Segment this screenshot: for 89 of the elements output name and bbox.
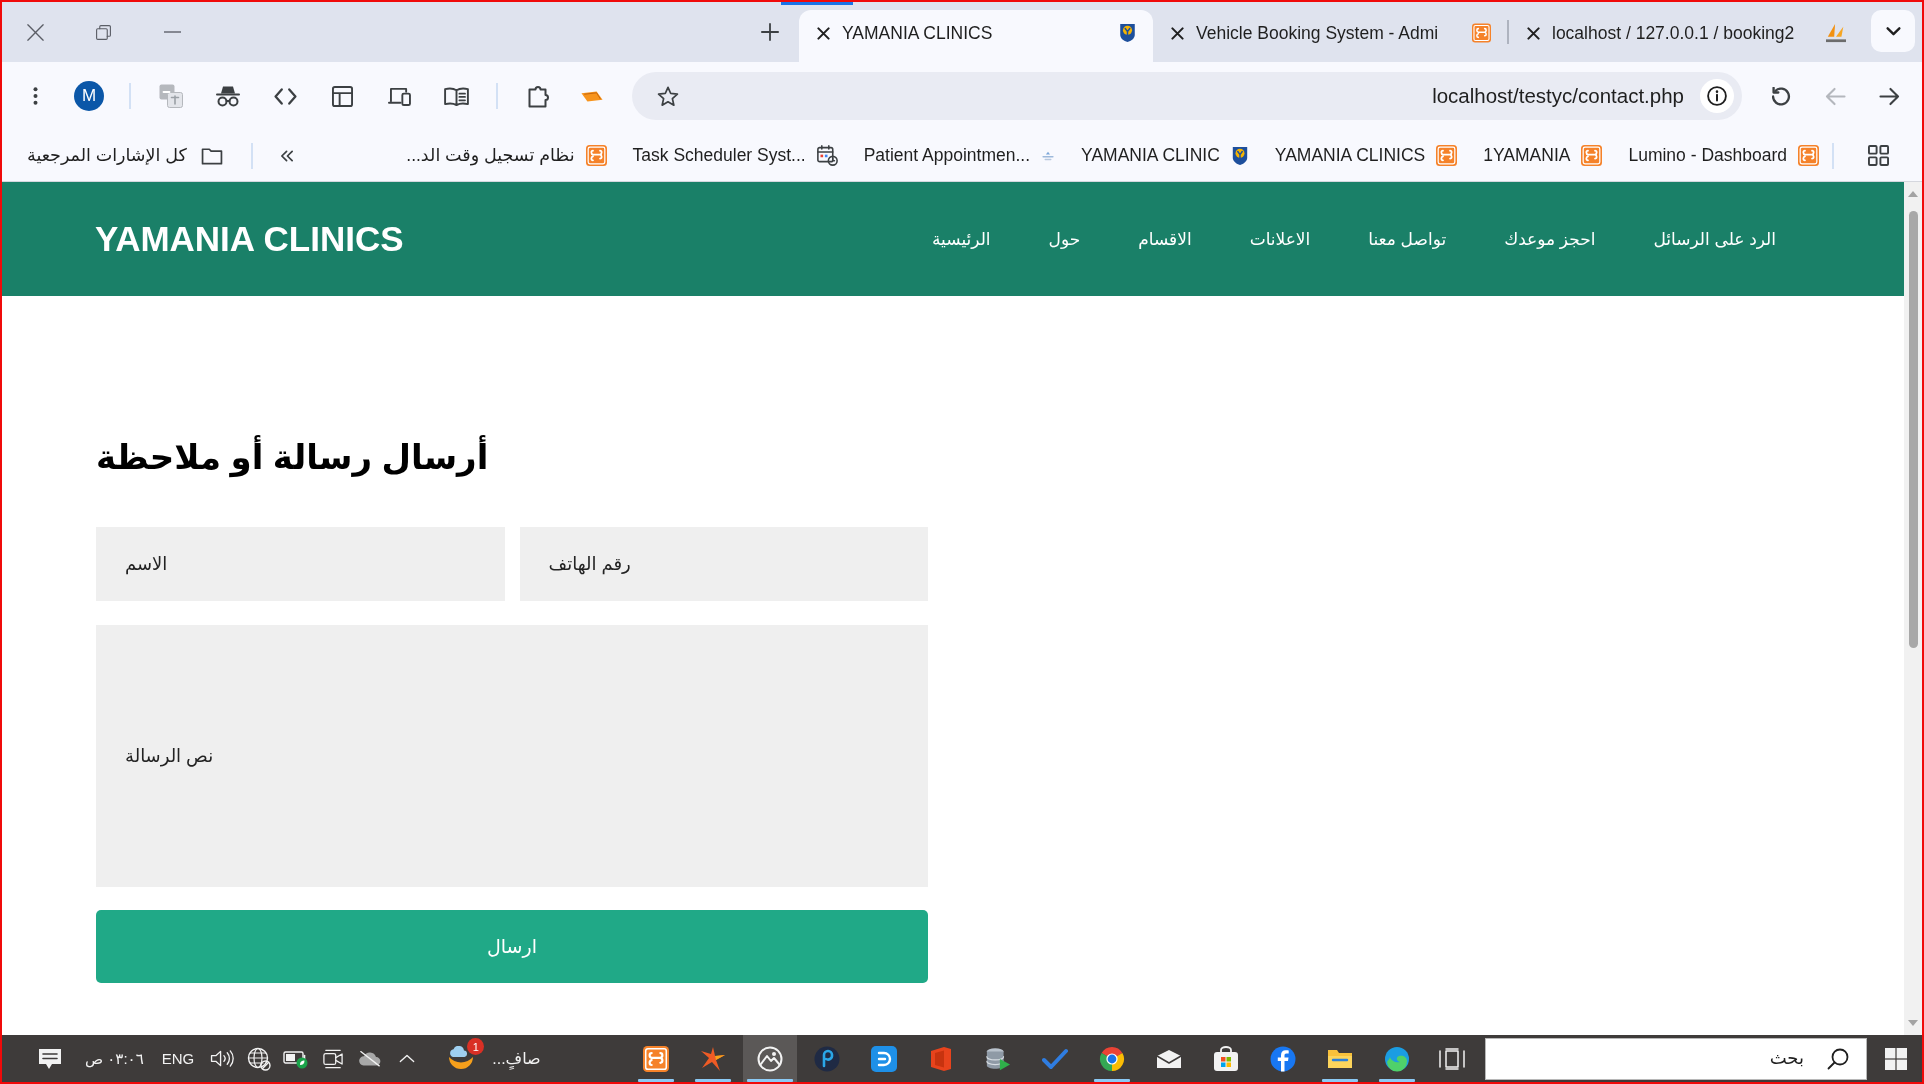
tile-logo-icon — [1798, 145, 1819, 166]
nav-link[interactable]: احجز موعدك — [1504, 228, 1596, 250]
message-field[interactable]: نص الرسالة — [96, 625, 928, 887]
hat-glasses-icon[interactable] — [216, 85, 240, 107]
browser-tab[interactable]: localhost / 127.0.0.1 / booking2 — [1509, 10, 1863, 62]
restore-icon[interactable] — [95, 24, 111, 40]
chevron-down-icon — [1885, 26, 1901, 36]
shield-logo-icon — [1230, 145, 1249, 166]
globe-icon[interactable] — [247, 1046, 272, 1071]
code-icon[interactable] — [273, 87, 297, 105]
nav-link[interactable]: تواصل معنا — [1368, 228, 1447, 250]
close-icon[interactable] — [1171, 26, 1184, 40]
new-tab-icon[interactable] — [761, 23, 779, 41]
bookmark-item[interactable]: 1YAMANIA — [1480, 145, 1606, 166]
star-icon[interactable] — [657, 85, 679, 107]
address-bar[interactable]: localhost/testyc/contact.php — [632, 72, 1742, 120]
calendar-icon — [816, 145, 838, 166]
bookmark-item[interactable]: Patient Appointmen... — [860, 145, 1059, 166]
notification-badge: 1 — [467, 1038, 485, 1055]
taskbar-app-button[interactable] — [742, 1035, 797, 1082]
social-logo-icon — [1269, 1045, 1296, 1072]
site-logo[interactable]: YAMANIA CLINICS — [95, 219, 404, 259]
profile-avatar[interactable]: M — [74, 81, 104, 111]
close-icon[interactable] — [1527, 26, 1540, 40]
apps-grid-icon[interactable] — [1867, 145, 1889, 166]
search-icon — [1827, 1047, 1849, 1070]
form-heading: أرسال رسالة أو ملاحظة — [96, 433, 489, 481]
tile-logo-icon — [1436, 145, 1458, 166]
clock-text[interactable]: ٠٣:٠٦ ص — [85, 1049, 144, 1068]
nav-link[interactable]: الاعلانات — [1249, 228, 1311, 250]
browser-tab[interactable]: YAMANIA CLINICS — [799, 10, 1153, 62]
phone-field[interactable]: رقم الهاتف — [519, 527, 928, 601]
task-view-icon[interactable] — [1439, 1047, 1465, 1070]
chevron-up-icon[interactable] — [399, 1054, 416, 1063]
mountain-circle-icon — [756, 1045, 783, 1072]
close-icon[interactable] — [817, 26, 830, 40]
nav-link[interactable]: الرئيسية — [932, 228, 991, 250]
bookmark-item[interactable]: YAMANIA CLINIC — [1078, 145, 1252, 166]
shopping-bag-icon — [1212, 1045, 1239, 1072]
tile-logo-icon — [585, 145, 607, 166]
database-icon — [984, 1045, 1011, 1072]
reload-icon[interactable] — [1771, 86, 1791, 106]
info-icon — [1707, 86, 1727, 106]
window-panes-icon[interactable] — [1885, 1047, 1907, 1070]
name-field[interactable]: الاسم — [96, 527, 505, 601]
shield-logo-icon — [1118, 23, 1137, 43]
speaker-icon[interactable] — [210, 1049, 235, 1068]
browser-tab[interactable]: Vehicle Booking System - Admi — [1153, 10, 1507, 62]
check-icon — [1041, 1047, 1068, 1070]
language-indicator[interactable]: ENG — [161, 1050, 195, 1067]
layout-icon[interactable] — [331, 85, 353, 107]
arrow-right-icon[interactable] — [1878, 86, 1900, 106]
envelope-icon — [1155, 1048, 1182, 1069]
double-chevron-icon[interactable] — [279, 149, 294, 162]
all-bookmarks-item[interactable]: كل الإشارات المرجعية — [24, 145, 226, 166]
site-info-button[interactable] — [1700, 79, 1734, 113]
scrollbar-track[interactable] — [1904, 182, 1922, 1035]
tile-logo-icon — [1472, 23, 1491, 43]
scrollbar-thumb[interactable] — [1908, 211, 1918, 648]
bookmark-item[interactable]: Task Scheduler Syst... — [629, 145, 841, 166]
tile-logo-icon — [642, 1045, 669, 1072]
top-indicator-line — [781, 2, 853, 5]
search-field[interactable]: بحث — [1485, 1037, 1867, 1080]
folder-icon — [200, 146, 223, 165]
puzzle-icon[interactable] — [527, 84, 549, 108]
kebab-menu-icon[interactable] — [32, 86, 38, 106]
devices-icon[interactable] — [387, 86, 411, 106]
battery-icon[interactable] — [283, 1048, 310, 1069]
book-icon[interactable] — [443, 86, 469, 106]
nav-link[interactable]: الاقسام — [1138, 228, 1192, 250]
notification-icon[interactable] — [38, 1047, 62, 1070]
sail-logo-icon — [1825, 23, 1847, 43]
bookmark-item[interactable]: YAMANIA CLINICS — [1271, 145, 1461, 166]
small-logo-icon — [1041, 150, 1056, 161]
round-app-icon — [813, 1045, 840, 1072]
minimize-icon[interactable] — [163, 31, 181, 33]
nav-link[interactable]: حول — [1048, 228, 1081, 250]
bookmark-item[interactable]: Lumino - Dashboard — [1625, 145, 1822, 166]
video-camera-icon[interactable] — [322, 1048, 345, 1069]
swirl-logo-icon — [1383, 1045, 1410, 1072]
bookmark-item[interactable]: نظام تسجيل وقت الد... — [403, 145, 610, 166]
nav-link[interactable]: الرد على الرسائل — [1653, 228, 1776, 250]
tile-logo-icon — [1581, 145, 1603, 166]
ring-logo-icon — [1098, 1045, 1125, 1072]
weather-text[interactable]: صافٍ... — [492, 1049, 541, 1068]
tab-list-button[interactable] — [1871, 10, 1915, 52]
wedge-logo-icon[interactable] — [581, 90, 603, 102]
cloud-off-icon[interactable] — [358, 1050, 383, 1067]
square-app-icon — [870, 1045, 897, 1072]
